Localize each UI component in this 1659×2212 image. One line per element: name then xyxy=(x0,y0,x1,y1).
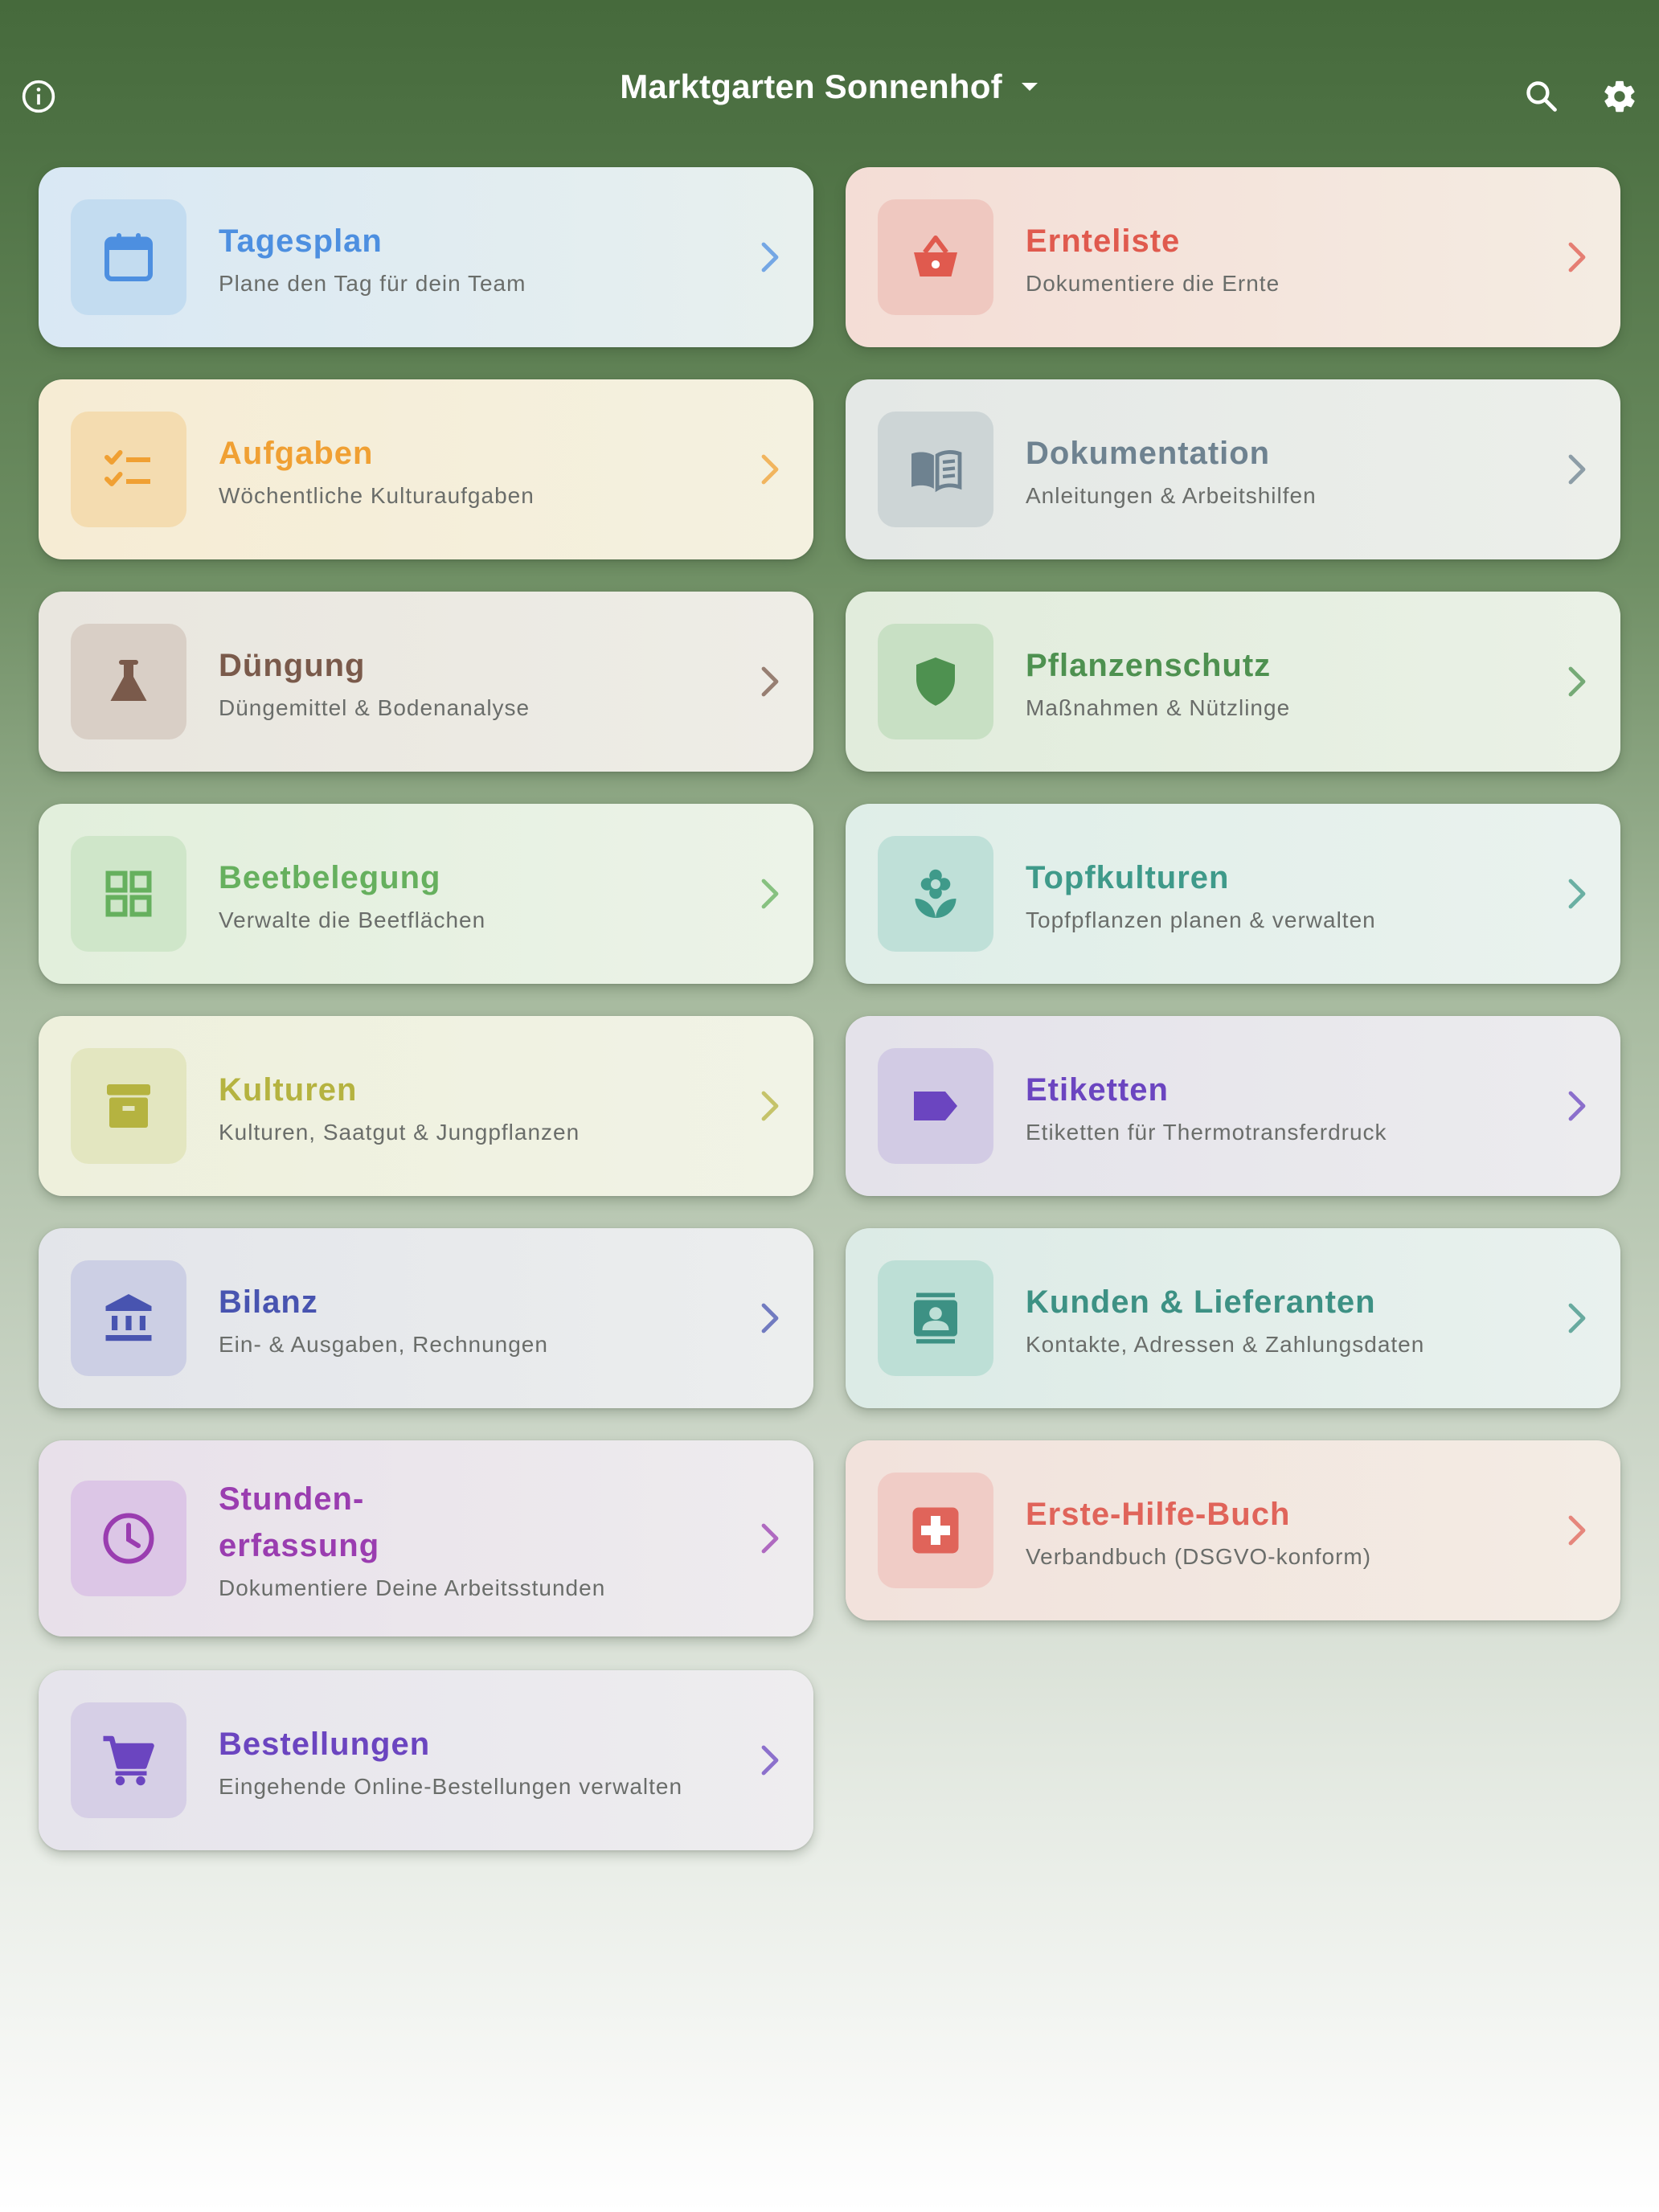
card-subtitle: Düngemittel & Bodenanalyse xyxy=(219,695,530,720)
card-title: Pflanzenschutz xyxy=(1026,648,1272,683)
card-beetbelegung[interactable]: Beetbelegung Verwalte die Beetflächen xyxy=(39,804,813,984)
chevron-right-icon xyxy=(1568,666,1586,697)
card-subtitle: Dokumentiere Deine Arbeitsstunden xyxy=(219,1575,606,1600)
card-title: Bestellungen xyxy=(219,1727,431,1762)
etiketten-icon-tile xyxy=(878,1048,993,1164)
caret-down-icon xyxy=(1021,83,1038,91)
card-erste-hilfe[interactable]: Erste-Hilfe-Buch Verbandbuch (DSGVO-konfo… xyxy=(846,1440,1620,1620)
flask-icon xyxy=(110,660,147,701)
chevron-right-icon xyxy=(761,242,779,272)
card-kunden[interactable]: Kunden & Lieferanten Kontakte, Adressen &… xyxy=(846,1228,1620,1408)
card-subtitle: Kontakte, Adressen & Zahlungsdaten xyxy=(1026,1332,1425,1357)
calendar-icon xyxy=(104,233,153,281)
gear-icon xyxy=(1604,80,1635,113)
card-title: Aufgaben xyxy=(219,436,374,471)
card-subtitle: Dokumentiere die Ernte xyxy=(1026,271,1280,296)
card-subtitle: Kulturen, Saatgut & Jungpflanzen xyxy=(219,1120,580,1145)
kulturen-icon-tile xyxy=(71,1048,186,1164)
page-title: Marktgarten Sonnenhof xyxy=(620,68,1002,105)
card-topfkulturen[interactable]: Topfkulturen Topfpflanzen planen & verwal… xyxy=(846,804,1620,984)
app-bar: Marktgarten Sonnenhof xyxy=(0,0,1659,161)
card-tagesplan[interactable]: Tagesplan Plane den Tag für dein Team xyxy=(39,167,813,347)
card-subtitle: Verbandbuch (DSGVO-konform) xyxy=(1026,1544,1372,1569)
duengung-icon-tile xyxy=(71,624,186,739)
card-subtitle: Etiketten für Thermotransferdruck xyxy=(1026,1120,1387,1145)
aufgaben-icon-tile xyxy=(71,412,186,527)
search-icon xyxy=(1526,81,1557,112)
settings-button[interactable] xyxy=(1587,64,1652,129)
card-subtitle: Plane den Tag für dein Team xyxy=(219,271,526,296)
card-subtitle: Verwalte die Beetflächen xyxy=(219,907,486,932)
card-ernteliste[interactable]: Ernteliste Dokumentiere die Ernte xyxy=(846,167,1620,347)
card-title: Beetbelegung xyxy=(219,860,441,895)
chevron-right-icon xyxy=(761,454,779,485)
beetbelegung-icon-tile xyxy=(71,836,186,952)
card-title: Stunden- erfassung xyxy=(219,1481,380,1563)
chevron-right-icon xyxy=(761,1091,779,1121)
card-title: Bilanz xyxy=(219,1284,318,1320)
card-title: Dokumentation xyxy=(1026,436,1271,471)
label-icon xyxy=(914,1092,957,1120)
card-title: Kunden & Lieferanten xyxy=(1026,1284,1376,1320)
pflanzenschutz-icon-tile xyxy=(878,624,993,739)
contacts-icon xyxy=(914,1292,957,1344)
ernteliste-icon-tile xyxy=(878,199,993,315)
tagesplan-icon-tile xyxy=(71,199,186,315)
checklist-icon xyxy=(104,450,150,486)
grid-icon xyxy=(105,870,152,917)
card-aufgaben[interactable]: Aufgaben Wöchentliche Kulturaufgaben xyxy=(39,379,813,559)
kunden-icon-tile xyxy=(878,1260,993,1376)
card-dokumentation[interactable]: Dokumentation Anleitungen & Arbeitshilfen xyxy=(846,379,1620,559)
chevron-right-icon xyxy=(1568,242,1586,272)
chevron-right-icon xyxy=(761,1745,779,1776)
card-title: Ernteliste xyxy=(1026,223,1181,259)
card-subtitle: Eingehende Online-Bestellungen verwalten xyxy=(219,1774,683,1799)
card-etiketten[interactable]: Etiketten Etiketten für Thermotransferdru… xyxy=(846,1016,1620,1196)
search-button[interactable] xyxy=(1509,64,1574,129)
first-aid-icon xyxy=(912,1507,959,1554)
farm-selector[interactable]: Marktgarten Sonnenhof xyxy=(620,68,1039,106)
chevron-right-icon xyxy=(761,1523,779,1554)
stunden-icon-tile xyxy=(71,1481,186,1596)
card-bestellungen[interactable]: Bestellungen Eingehende Online-Bestellung… xyxy=(39,1670,813,1850)
cart-icon xyxy=(103,1735,154,1786)
flower-icon xyxy=(915,869,956,918)
card-subtitle: Maßnahmen & Nützlinge xyxy=(1026,695,1291,720)
archive-icon xyxy=(107,1084,150,1128)
chevron-right-icon xyxy=(1568,454,1586,485)
card-subtitle: Topfpflanzen planen & verwalten xyxy=(1026,907,1376,932)
card-kulturen[interactable]: Kulturen Kulturen, Saatgut & Jungpflanzen xyxy=(39,1016,813,1196)
dokumentation-icon-tile xyxy=(878,412,993,527)
card-duengung[interactable]: Düngung Düngemittel & Bodenanalyse xyxy=(39,592,813,772)
clock-icon xyxy=(103,1513,154,1564)
chevron-right-icon xyxy=(1568,1303,1586,1333)
shield-icon xyxy=(916,657,955,706)
chevron-right-icon xyxy=(1568,1091,1586,1121)
card-title: Tagesplan xyxy=(219,223,383,259)
card-title: Erste-Hilfe-Buch xyxy=(1026,1497,1291,1532)
card-subtitle: Wöchentliche Kulturaufgaben xyxy=(219,483,535,508)
card-title: Etiketten xyxy=(1026,1072,1169,1108)
book-icon xyxy=(911,450,962,493)
card-title: Kulturen xyxy=(219,1072,358,1108)
card-stunden[interactable]: Stunden- erfassung Dokumentiere Deine Arb… xyxy=(39,1440,813,1636)
card-title: Düngung xyxy=(219,648,366,683)
card-bilanz[interactable]: Bilanz Ein- & Ausgaben, Rechnungen xyxy=(39,1228,813,1408)
card-title: Topfkulturen xyxy=(1026,860,1230,895)
card-subtitle: Ein- & Ausgaben, Rechnungen xyxy=(219,1332,548,1357)
chevron-right-icon xyxy=(761,1303,779,1333)
chevron-right-icon xyxy=(761,879,779,909)
card-subtitle: Anleitungen & Arbeitshilfen xyxy=(1026,483,1317,508)
basket-icon xyxy=(914,236,957,276)
bank-icon xyxy=(105,1294,152,1342)
bestellungen-icon-tile xyxy=(71,1702,186,1818)
chevron-right-icon xyxy=(1568,1515,1586,1546)
topfkulturen-icon-tile xyxy=(878,836,993,952)
card-pflanzenschutz[interactable]: Pflanzenschutz Maßnahmen & Nützlinge xyxy=(846,592,1620,772)
chevron-right-icon xyxy=(761,666,779,697)
erste-hilfe-icon-tile xyxy=(878,1473,993,1588)
bilanz-icon-tile xyxy=(71,1260,186,1376)
chevron-right-icon xyxy=(1568,879,1586,909)
